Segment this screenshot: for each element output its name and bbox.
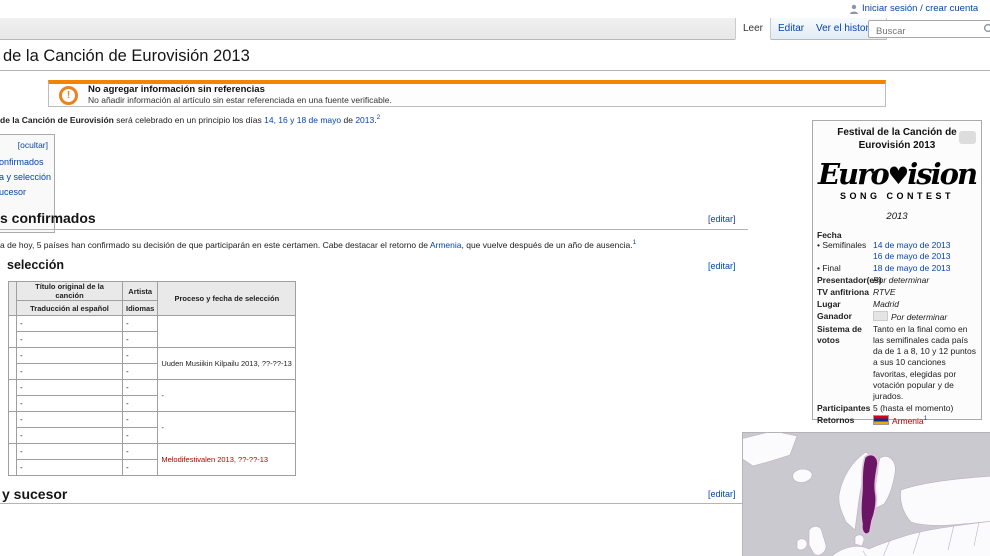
melodifestivalen-cell[interactable]: Melodifestivalen 2013, ??-??-13 xyxy=(158,444,296,476)
col-header-translation: Traducción al español xyxy=(17,301,123,316)
table-row: - - Melodifestivalen 2013, ??-??-13 xyxy=(9,444,296,460)
toc-item-confirmados[interactable]: onfirmados xyxy=(0,155,51,170)
winner-value: Por determinar xyxy=(891,312,947,322)
returns-reference[interactable]: 1 xyxy=(924,415,928,422)
voting-label: Sistema de votos xyxy=(817,324,873,401)
toc-hide-toggle[interactable]: [ocultar] xyxy=(18,140,48,150)
login-link[interactable]: Iniciar sesión / crear cuenta xyxy=(862,3,978,14)
wikipedia-page: Iniciar sesión / crear cuenta Leer Edita… xyxy=(0,0,990,556)
semifinals-label: • Semifinales xyxy=(817,240,873,262)
reference-1[interactable]: 1 xyxy=(633,239,637,246)
col-header-title: Título original de la canción xyxy=(17,282,123,301)
semifinal2-date-link[interactable]: 16 de mayo de 2013 xyxy=(873,251,951,261)
section-divider xyxy=(0,229,748,230)
presenters-label: Presentador(es) xyxy=(817,275,873,286)
tab-edit[interactable]: Editar xyxy=(771,18,812,40)
lead-bold-title: de la Canción de Eurovisión xyxy=(0,115,114,125)
uuden-musiikin-cell: Uuden Musiikin Kilpailu 2013, ??-??-13 xyxy=(158,348,296,380)
armenia-return-link[interactable]: Armenia xyxy=(892,416,924,426)
table-row: - - - xyxy=(9,380,296,396)
armenia-flag-icon xyxy=(873,415,889,425)
map-ireland xyxy=(797,539,807,550)
selection-table: Título original de la canción Artista Pr… xyxy=(8,281,296,476)
toc-item-sucesor[interactable]: ucesor xyxy=(0,185,51,200)
song-contest-label: SONG CONTEST xyxy=(813,192,981,201)
venue-label: Lugar xyxy=(817,299,873,310)
winner-label: Ganador xyxy=(817,311,873,323)
col-header-languages: Idiomas xyxy=(123,301,158,316)
voting-value: Tanto en la final como en las semifinale… xyxy=(873,324,977,401)
warning-icon: ! xyxy=(59,86,78,105)
infobox-title: Festival de la Canción de Eurovisión 201… xyxy=(827,127,967,152)
edit-section-confirmados[interactable]: [editar] xyxy=(708,214,736,224)
final-date-link[interactable]: 18 de mayo de 2013 xyxy=(873,263,951,273)
toc-item-seleccion[interactable]: a y selección xyxy=(0,170,51,185)
reference-warning-box: ! No agregar información sin referencias… xyxy=(48,80,886,107)
page-title: de la Canción de Eurovisión 2013 xyxy=(3,47,250,66)
venue-value: Madrid xyxy=(873,299,977,310)
fecha-label: Fecha xyxy=(817,230,977,240)
location-map xyxy=(742,432,990,556)
edit-section-seleccion[interactable]: [editar] xyxy=(708,261,736,271)
final-label: • Final xyxy=(817,263,873,274)
eurovision-logo: Euro♥ision SONG CONTEST xyxy=(813,160,981,201)
col-header-process: Proceso y fecha de selección xyxy=(158,282,296,316)
section-heading-confirmados: s confirmados xyxy=(0,210,96,226)
section-heading-sucesor: y sucesor xyxy=(2,486,67,502)
col-header-artist: Artista xyxy=(123,282,158,301)
search-icon[interactable] xyxy=(983,23,990,35)
tab-band-fill xyxy=(0,18,737,40)
country-column-header xyxy=(9,282,17,316)
participants-label: Participantes xyxy=(817,403,873,414)
infobox: Festival de la Canción de Eurovisión 201… xyxy=(812,120,982,420)
header-tab-band: Leer Editar Ver el historial xyxy=(0,18,990,40)
search-box[interactable] xyxy=(868,20,990,38)
heart-icon: ♥ xyxy=(888,161,908,190)
semifinal1-date-link[interactable]: 14 de mayo de 2013 xyxy=(873,240,951,250)
reference-2[interactable]: 2 xyxy=(377,114,381,121)
warning-body: No añadir información al artículo sin es… xyxy=(88,96,392,106)
lead-paragraph: de la Canción de Eurovisión será celebra… xyxy=(0,114,750,125)
section-divider xyxy=(0,503,748,504)
user-icon xyxy=(849,4,859,14)
confirmed-paragraph: a de hoy, 5 países han confirmado su dec… xyxy=(0,239,748,250)
year-link[interactable]: 2013 xyxy=(355,115,374,125)
edit-section-sucesor[interactable]: [editar] xyxy=(708,489,736,499)
returns-label: Retornos xyxy=(817,415,873,427)
table-row: - - Uuden Musiikin Kilpailu 2013, ??-??-… xyxy=(9,348,296,364)
table-row: - - - xyxy=(9,412,296,428)
participants-value: 5 (hasta el momento) xyxy=(873,403,977,414)
presenters-value: Por determinar xyxy=(873,275,977,286)
personal-bar: Iniciar sesión / crear cuenta xyxy=(849,3,978,14)
tbd-flag-placeholder xyxy=(873,311,888,321)
warning-title: No agregar información sin referencias xyxy=(88,85,392,96)
map-denmark xyxy=(855,535,864,546)
dates-link[interactable]: 14, 16 y 18 de mayo xyxy=(264,115,341,125)
search-input[interactable] xyxy=(874,24,978,40)
table-row: - - xyxy=(9,316,296,332)
tab-read[interactable]: Leer xyxy=(735,18,771,40)
tv-label: TV anfitriona xyxy=(817,287,873,298)
infobox-corner-badge xyxy=(959,131,976,144)
armenia-link[interactable]: Armenia xyxy=(430,240,462,250)
title-divider xyxy=(0,70,990,71)
infobox-year: 2013 xyxy=(813,211,981,222)
tv-value: RTVE xyxy=(873,287,977,298)
subsection-heading-seleccion: selección xyxy=(7,258,64,272)
